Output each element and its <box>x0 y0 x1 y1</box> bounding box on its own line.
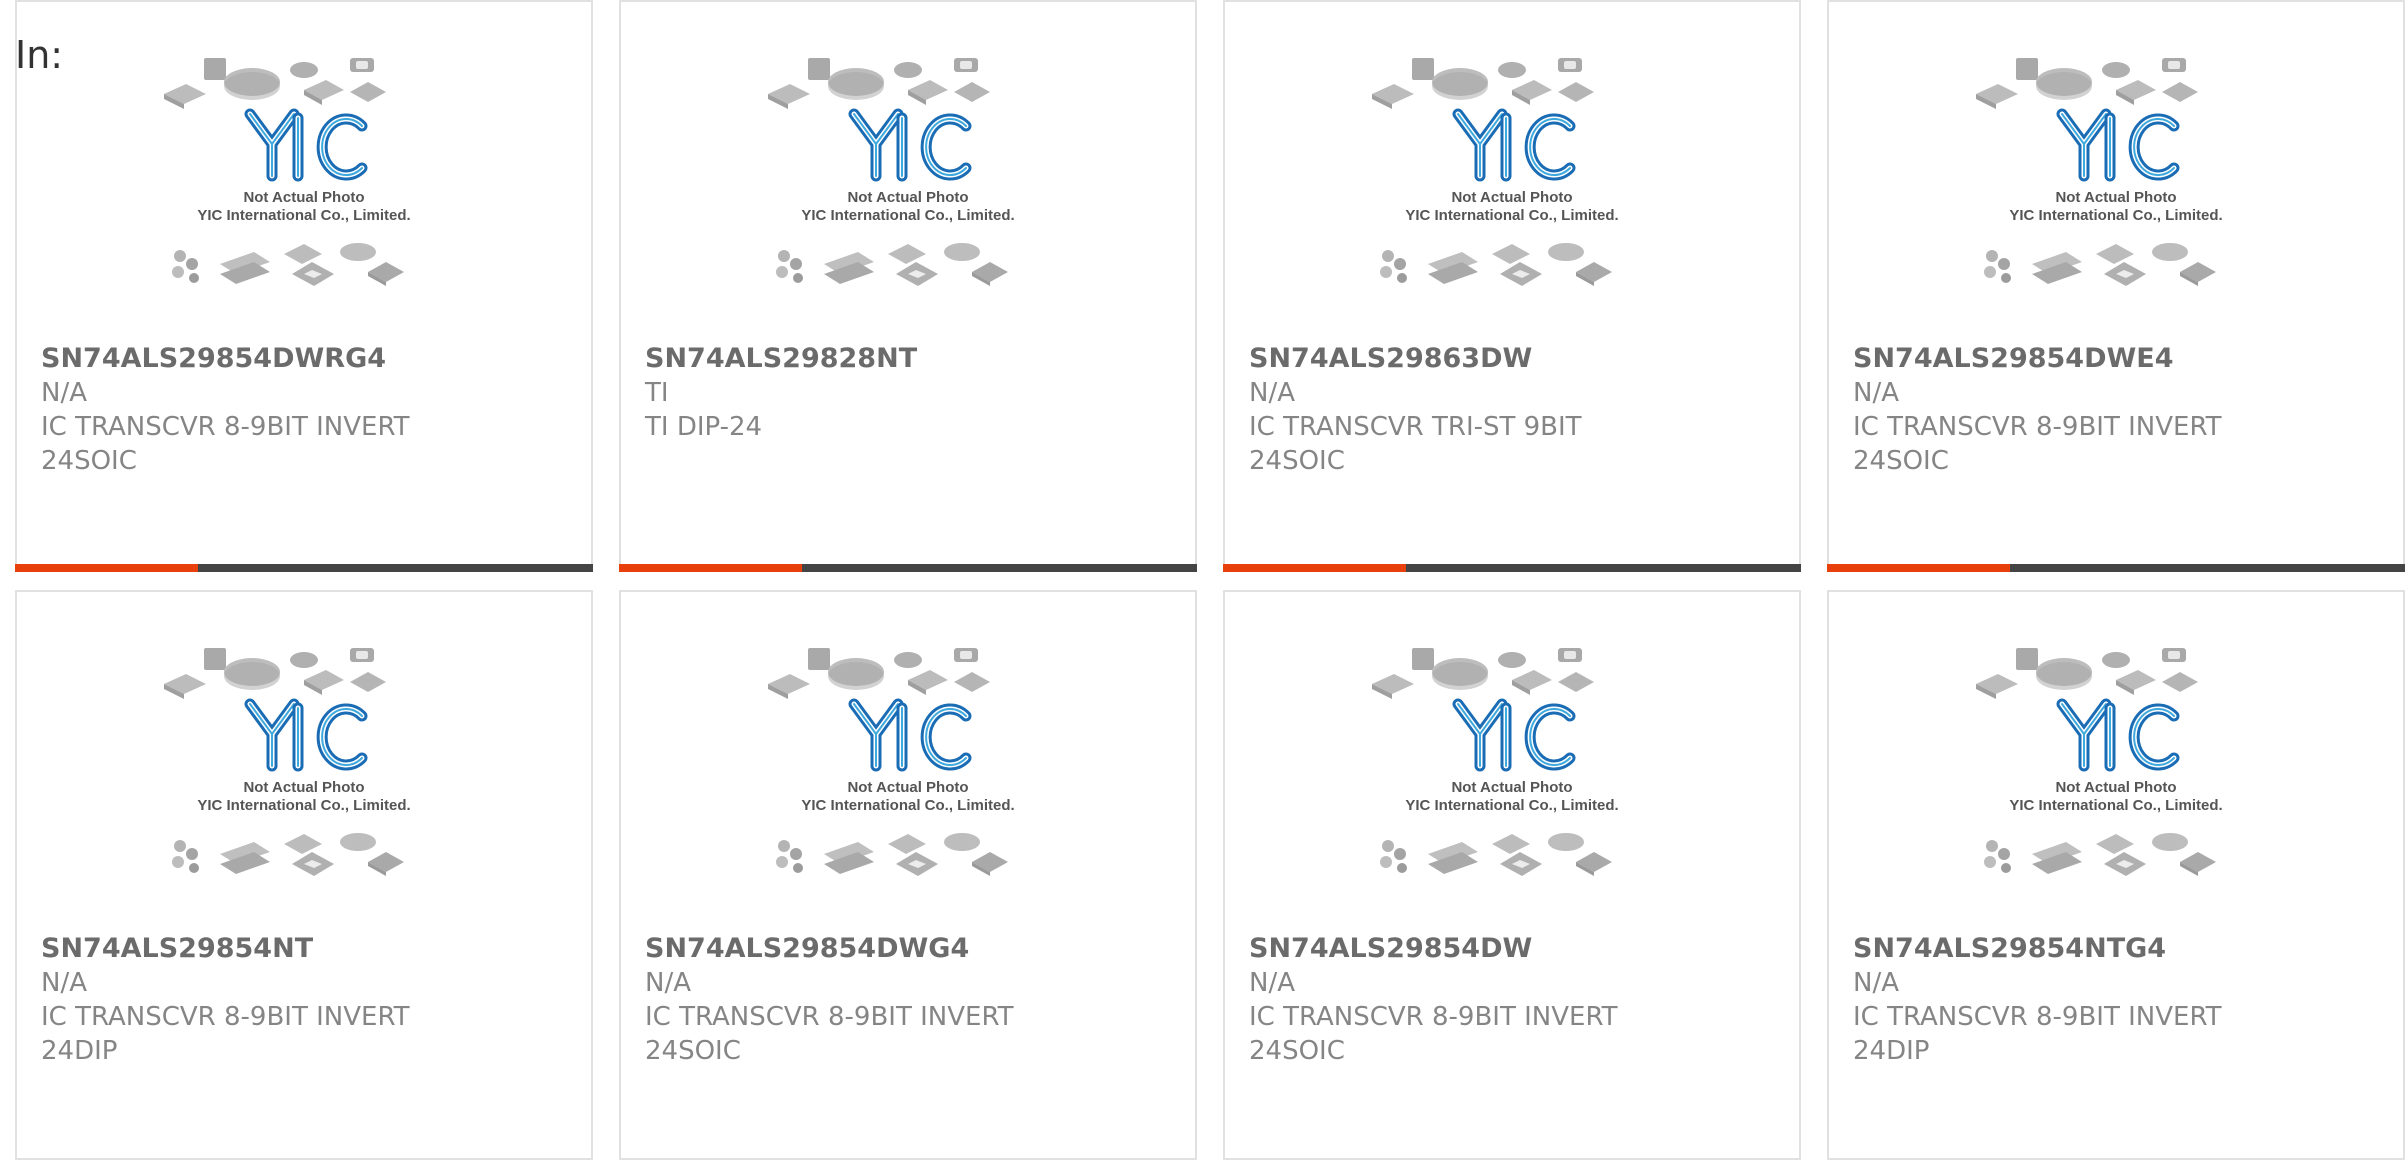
chip-packages-placeholder-icon: Not Actual Photo YIC International Co., … <box>164 58 411 286</box>
product-package: 24DIP <box>1853 1036 1930 1066</box>
product-package: 24SOIC <box>1853 446 1949 476</box>
chip-packages-placeholder-icon: Not Actual Photo YIC International Co., … <box>164 648 411 876</box>
product-package: 24DIP <box>41 1036 118 1066</box>
product-info: SN74ALS29863DW N/A IC TRANSCVR TRI-ST 9BIT… <box>1249 342 1783 478</box>
product-image[interactable]: Not Actual Photo YIC International Co., … <box>621 592 1195 932</box>
product-image[interactable]: Not Actual Photo YIC International Co., … <box>1829 592 2403 932</box>
product-description: TI DIP-24 <box>645 412 763 442</box>
product-package: 24SOIC <box>1249 1036 1345 1066</box>
placeholder-caption-2: YIC International Co., Limited. <box>2009 207 2222 224</box>
chip-packages-placeholder-icon: Not Actual Photo YIC International Co., … <box>1372 58 1619 286</box>
placeholder-caption-2: YIC International Co., Limited. <box>1405 797 1618 814</box>
product-image[interactable]: Not Actual Photo YIC International Co., … <box>621 2 1195 342</box>
card-footer-bar <box>1223 564 1801 572</box>
product-part-number[interactable]: SN74ALS29854DWRG4 <box>41 342 575 376</box>
card-footer-accent <box>619 564 802 572</box>
product-card[interactable]: Not Actual Photo YIC International Co., … <box>1223 590 1801 1160</box>
product-description: IC TRANSCVR 8-9BIT INVERT <box>1853 1002 2222 1032</box>
product-part-number[interactable]: SN74ALS29828NT <box>645 342 1179 376</box>
product-description: IC TRANSCVR 8-9BIT INVERT <box>41 1002 410 1032</box>
card-footer-accent <box>15 564 198 572</box>
product-manufacturer: N/A <box>1249 968 1295 998</box>
product-card[interactable]: Not Actual Photo YIC International Co., … <box>1223 0 1801 572</box>
product-card[interactable]: Not Actual Photo YIC International Co., … <box>1827 0 2405 572</box>
product-package: 24SOIC <box>1249 446 1345 476</box>
placeholder-caption-2: YIC International Co., Limited. <box>801 797 1014 814</box>
chip-packages-placeholder-icon: Not Actual Photo YIC International Co., … <box>1976 58 2223 286</box>
product-info: SN74ALS29828NT TI TI DIP-24 <box>645 342 1179 444</box>
card-footer-accent <box>1223 564 1406 572</box>
product-info: SN74ALS29854DWRG4 N/A IC TRANSCVR 8-9BIT I… <box>41 342 575 478</box>
page-heading: In: <box>15 33 64 77</box>
placeholder-caption-2: YIC International Co., Limited. <box>2009 797 2222 814</box>
placeholder-caption-1: Not Actual Photo <box>847 189 968 206</box>
card-footer-bar <box>15 564 593 572</box>
product-manufacturer: N/A <box>1853 378 1899 408</box>
product-image[interactable]: Not Actual Photo YIC International Co., … <box>17 2 591 342</box>
product-image[interactable]: Not Actual Photo YIC International Co., … <box>1225 2 1799 342</box>
product-image[interactable]: Not Actual Photo YIC International Co., … <box>1225 592 1799 932</box>
placeholder-caption-1: Not Actual Photo <box>2055 779 2176 796</box>
placeholder-caption-2: YIC International Co., Limited. <box>197 797 410 814</box>
placeholder-caption-1: Not Actual Photo <box>847 779 968 796</box>
product-card[interactable]: Not Actual Photo YIC International Co., … <box>15 0 593 572</box>
placeholder-caption-2: YIC International Co., Limited. <box>197 207 410 224</box>
chip-packages-placeholder-icon: Not Actual Photo YIC International Co., … <box>768 648 1015 876</box>
product-image[interactable]: Not Actual Photo YIC International Co., … <box>1829 2 2403 342</box>
product-info: SN74ALS29854NT N/A IC TRANSCVR 8-9BIT INVE… <box>41 932 575 1068</box>
product-manufacturer: N/A <box>1249 378 1295 408</box>
product-info: SN74ALS29854DW N/A IC TRANSCVR 8-9BIT INVE… <box>1249 932 1783 1068</box>
product-card[interactable]: Not Actual Photo YIC International Co., … <box>1827 590 2405 1160</box>
product-part-number[interactable]: SN74ALS29854NTG4 <box>1853 932 2387 966</box>
product-manufacturer: N/A <box>41 378 87 408</box>
product-part-number[interactable]: SN74ALS29854NT <box>41 932 575 966</box>
product-part-number[interactable]: SN74ALS29854DWE4 <box>1853 342 2387 376</box>
product-manufacturer: N/A <box>1853 968 1899 998</box>
placeholder-caption-1: Not Actual Photo <box>2055 189 2176 206</box>
chip-packages-placeholder-icon: Not Actual Photo YIC International Co., … <box>768 58 1015 286</box>
chip-packages-placeholder-icon: Not Actual Photo YIC International Co., … <box>1976 648 2223 876</box>
product-description: IC TRANSCVR 8-9BIT INVERT <box>1853 412 2222 442</box>
placeholder-caption-1: Not Actual Photo <box>1451 779 1572 796</box>
product-card[interactable]: Not Actual Photo YIC International Co., … <box>619 590 1197 1160</box>
product-card[interactable]: Not Actual Photo YIC International Co., … <box>619 0 1197 572</box>
product-info: SN74ALS29854DWG4 N/A IC TRANSCVR 8-9BIT IN… <box>645 932 1179 1068</box>
product-description: IC TRANSCVR 8-9BIT INVERT <box>1249 1002 1618 1032</box>
card-footer-bar <box>619 564 1197 572</box>
placeholder-caption-2: YIC International Co., Limited. <box>1405 207 1618 224</box>
placeholder-caption-1: Not Actual Photo <box>1451 189 1572 206</box>
card-footer-bar <box>1827 564 2405 572</box>
product-info: SN74ALS29854NTG4 N/A IC TRANSCVR 8-9BIT IN… <box>1853 932 2387 1068</box>
chip-packages-placeholder-icon: Not Actual Photo YIC International Co., … <box>1372 648 1619 876</box>
placeholder-caption-2: YIC International Co., Limited. <box>801 207 1014 224</box>
product-image[interactable]: Not Actual Photo YIC International Co., … <box>17 592 591 932</box>
product-package: 24SOIC <box>41 446 137 476</box>
product-manufacturer: TI <box>645 378 669 408</box>
product-package: 24SOIC <box>645 1036 741 1066</box>
product-part-number[interactable]: SN74ALS29863DW <box>1249 342 1783 376</box>
card-footer-accent <box>1827 564 2010 572</box>
product-part-number[interactable]: SN74ALS29854DWG4 <box>645 932 1179 966</box>
product-manufacturer: N/A <box>645 968 691 998</box>
product-description: IC TRANSCVR 8-9BIT INVERT <box>645 1002 1014 1032</box>
product-description: IC TRANSCVR 8-9BIT INVERT <box>41 412 410 442</box>
product-part-number[interactable]: SN74ALS29854DW <box>1249 932 1783 966</box>
product-info: SN74ALS29854DWE4 N/A IC TRANSCVR 8-9BIT IN… <box>1853 342 2387 478</box>
product-manufacturer: N/A <box>41 968 87 998</box>
product-card[interactable]: Not Actual Photo YIC International Co., … <box>15 590 593 1160</box>
placeholder-caption-1: Not Actual Photo <box>243 189 364 206</box>
placeholder-caption-1: Not Actual Photo <box>243 779 364 796</box>
product-description: IC TRANSCVR TRI-ST 9BIT <box>1249 412 1582 442</box>
